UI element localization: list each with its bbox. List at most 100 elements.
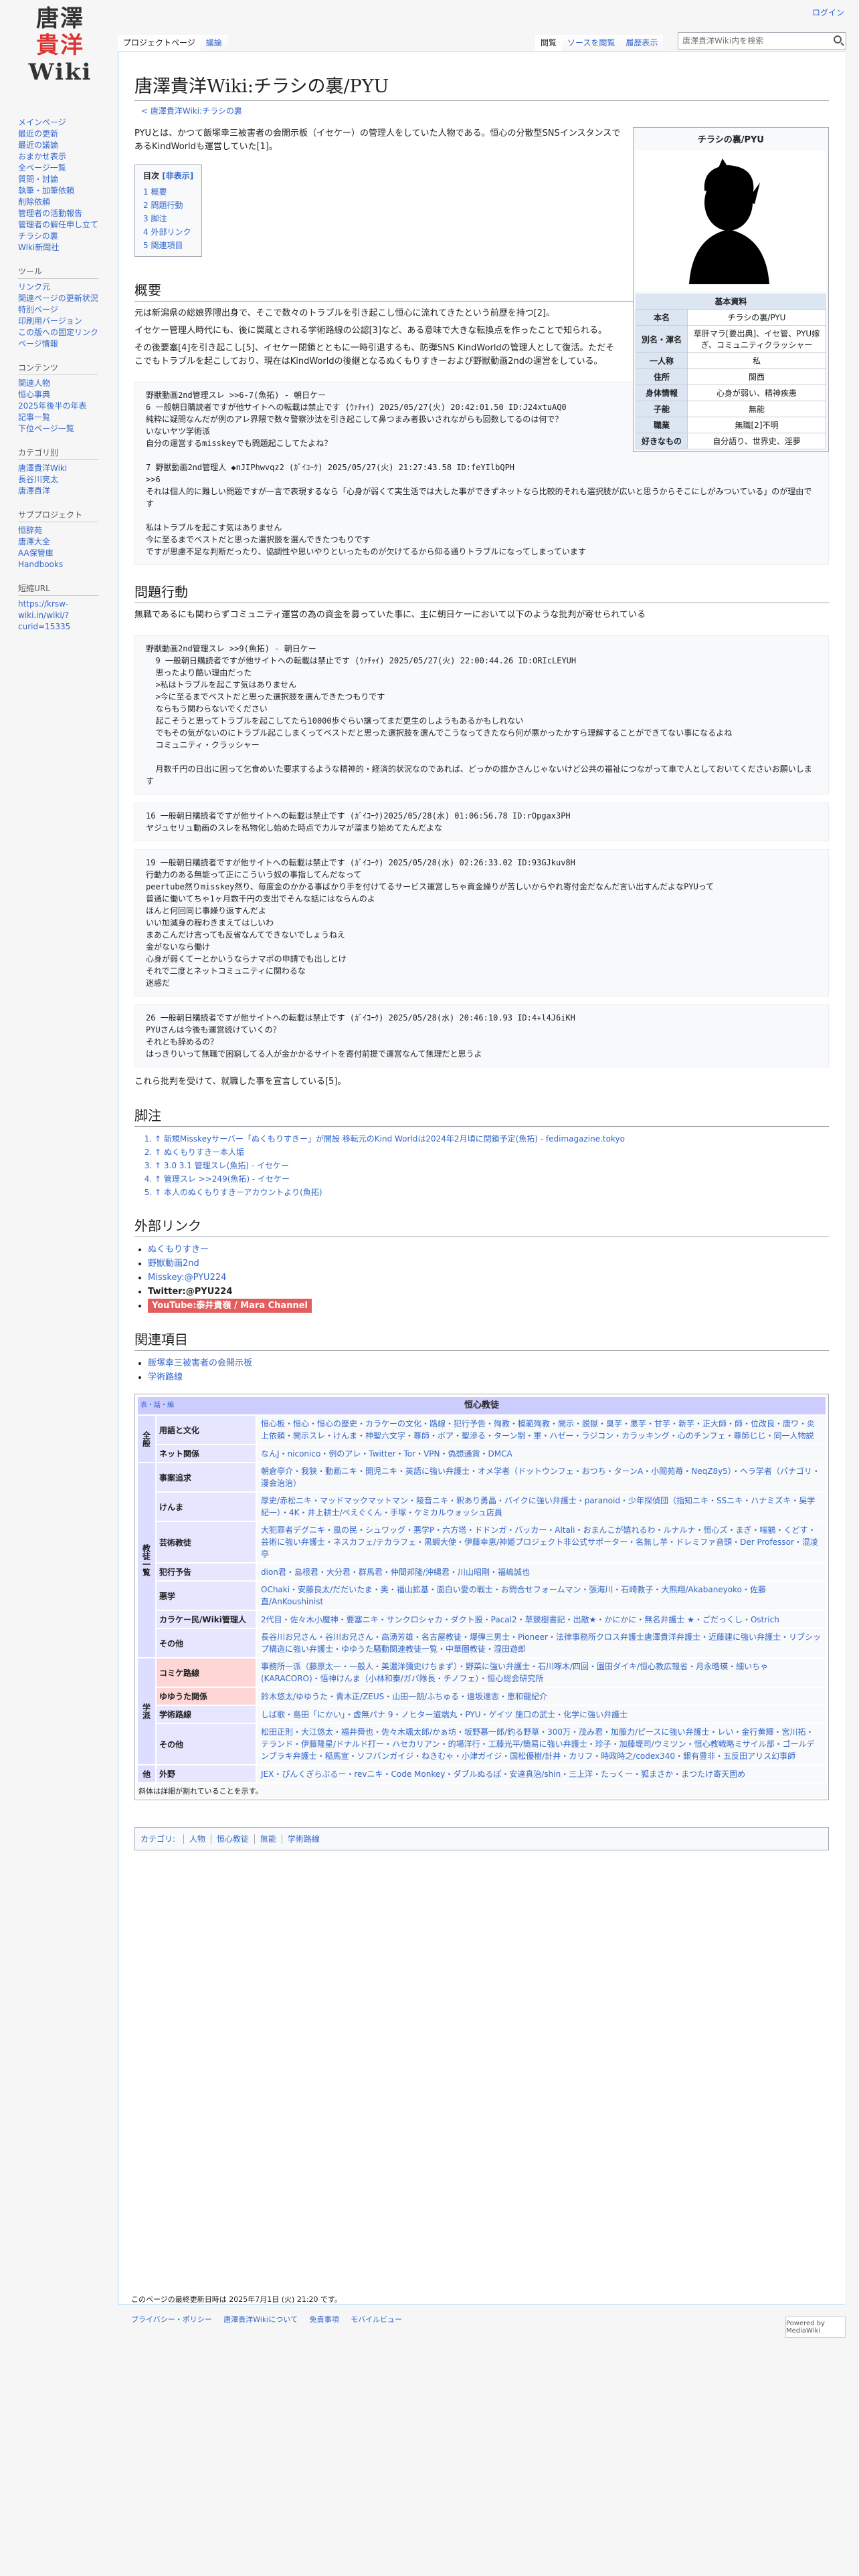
navbox-list[interactable]: 松田正則・大江悠太・福井舜也・佐々木颯太郎/かぁ坊・坂野慕一郎/釣る野草・300… — [257, 1724, 826, 1764]
breadcrumb-parent-link[interactable]: < 唐澤貴洋Wiki:チラシの裏 — [141, 106, 242, 116]
toc-item-0[interactable]: 1 概要 — [143, 185, 193, 199]
tab-talk[interactable]: 議論 — [200, 35, 227, 51]
navbox-list[interactable]: しば歌・島田「にかい」・虚無パナ 9・ノヒター道端丸・PYU・ゲイツ 施口の武士… — [257, 1706, 826, 1723]
tab-project-page[interactable]: プロジェクトページ — [118, 35, 201, 51]
sidebar-item-project-1[interactable]: 唐澤大全 — [18, 536, 114, 548]
reference-item[interactable]: ↑ 3.0 3.1 管理スレ(魚拓) - イセケー — [155, 1159, 829, 1172]
navbox-subgroup[interactable]: コミケ路線 — [157, 1658, 256, 1687]
sidebar-item-shorturl-0[interactable]: https://krsw- — [18, 599, 114, 610]
related-link-1[interactable]: 飯塚幸三被害者の会開示板 — [148, 1358, 252, 1368]
sidebar-item-contents-2[interactable]: 2025年後半の年表 — [18, 401, 114, 412]
reference-item[interactable]: ↑ ぬくもりすきー本人垢 — [155, 1146, 829, 1159]
navbox-subgroup[interactable]: 学術路線 — [157, 1706, 256, 1723]
navbox-list[interactable]: OChaki・安藤良太/だだいたま・奥・福山拡基・面白い愛の戦士・お問合せフォー… — [257, 1582, 826, 1610]
tab-history[interactable]: 履歴表示 — [620, 35, 664, 51]
category-link[interactable]: 学術路線 — [281, 1834, 320, 1844]
category-label[interactable]: カテゴリ: — [140, 1834, 175, 1844]
navbox-subgroup[interactable]: その他 — [157, 1629, 256, 1657]
sidebar-item-main-3[interactable]: おまかせ表示 — [18, 151, 114, 163]
related-link-2[interactable]: 学術路線 — [148, 1372, 183, 1382]
navbox-list[interactable]: 2代目・佐々木小魔神・要塞ニキ・サンクロシャカ・ダクト股・Pacal2・草競樹書… — [257, 1611, 826, 1628]
sidebar-item-contents-3[interactable]: 記事一覧 — [18, 412, 114, 423]
sidebar-item-shorturl-2[interactable]: curid=15335 — [18, 621, 114, 633]
sidebar-item-project-2[interactable]: AA保管庫 — [18, 548, 114, 559]
sidebar-item-main-11[interactable]: Wiki新聞社 — [18, 242, 114, 253]
sidebar-item-tools-0[interactable]: リンク元 — [18, 282, 114, 293]
navbox-subgroup[interactable]: 悪学 — [157, 1582, 256, 1610]
infobox-image[interactable] — [636, 150, 826, 291]
sidebar-item-main-2[interactable]: 最近の議論 — [18, 140, 114, 151]
navbox-subgroup[interactable]: 犯行予告 — [157, 1564, 256, 1580]
navbox-list[interactable]: 鈴木悠太/ゆゆうた・青木正/ZEUS・山田一朗/ふちゅる・遠坂達志・恵和龍紀介 — [257, 1688, 826, 1705]
link-nukumori[interactable]: ぬくもりすきー — [148, 1245, 209, 1255]
tab-view-source[interactable]: ソースを閲覧 — [562, 35, 621, 51]
toc-toggle[interactable]: [非表示] — [162, 171, 193, 181]
sidebar-item-tools-5[interactable]: ページ情報 — [18, 338, 114, 350]
navbox-list[interactable]: 恒心板・恒心・恒心の歴史・カラケーの文化・路線・犯行予告・殉教・模範殉教・開示・… — [257, 1416, 826, 1444]
category-link[interactable]: 人物 — [183, 1834, 205, 1844]
footer-mobile-link[interactable]: モバイルビュー — [351, 2315, 402, 2324]
reference-item[interactable]: ↑ 新規Misskeyサーバー「ぬくもりすきー」が開設 移転元のKind Wor… — [155, 1132, 829, 1146]
navbox-subgroup[interactable]: 芸術教徒 — [157, 1522, 256, 1562]
navbox-list[interactable]: dion君・島根君・大分君・群馬君・仲間邦隆/沖縄君・川山昭剛・福嶋誠也 — [257, 1564, 826, 1580]
link-youtube[interactable]: YouTube:泰井貴嶺 / Mara Channel — [148, 1299, 312, 1313]
sidebar-item-category-1[interactable]: 長谷川亮太 — [18, 474, 114, 486]
footer-privacy-link[interactable]: プライバシー・ポリシー — [131, 2315, 212, 2324]
reference-item[interactable]: ↑ 管理スレ >>249(魚拓) - イセケー — [155, 1172, 829, 1186]
sidebar-item-contents-4[interactable]: 下位ページ一覧 — [18, 423, 114, 435]
navbox-list[interactable]: 大犯罪者デグニキ・風の民・シュワッグ・悪学P・六方塔・ドドンガ・バッカー・Alt… — [257, 1522, 826, 1562]
sidebar-item-project-0[interactable]: 恒辞苑 — [18, 525, 114, 536]
navbox-subgroup[interactable]: けんま — [157, 1493, 256, 1521]
sidebar-item-main-9[interactable]: 管理者の解任申し立て — [18, 219, 114, 231]
sidebar-item-main-6[interactable]: 執筆・加筆依頼 — [18, 185, 114, 197]
sidebar-item-tools-4[interactable]: この版への固定リンク — [18, 327, 114, 338]
login-link[interactable]: ログイン — [812, 7, 844, 18]
navbox-subgroup[interactable]: 事案追求 — [157, 1463, 256, 1491]
navbox-title[interactable]: 恒心教徒 — [464, 1400, 499, 1410]
navbox-list[interactable]: JEX・ぴんくぎらぶるー・revニキ・Code Monkey・ダブルぬるぽ・安達… — [257, 1765, 826, 1782]
tab-read[interactable]: 閲覧 — [535, 35, 563, 51]
navbox-subgroup[interactable]: ゆゆうた関係 — [157, 1688, 256, 1705]
toc-item-3[interactable]: 4 外部リンク — [143, 225, 193, 239]
navbox-subgroup[interactable]: カラケー民/Wiki管理人 — [157, 1611, 256, 1628]
navbox-list[interactable]: なんJ・niconico・例のアレ・Twitter・Tor・VPN・偽想通貨・D… — [257, 1445, 826, 1462]
sidebar-item-shorturl-1[interactable]: wiki.in/wiki/? — [18, 610, 114, 621]
sidebar-item-main-8[interactable]: 管理者の活動報告 — [18, 208, 114, 219]
navbox-subgroup[interactable]: 用語と文化 — [157, 1416, 256, 1444]
sidebar-item-tools-2[interactable]: 特別ページ — [18, 304, 114, 316]
category-link[interactable]: 無能 — [254, 1834, 276, 1844]
sidebar-item-main-7[interactable]: 削除依頼 — [18, 197, 114, 208]
sidebar-item-category-2[interactable]: 唐澤貴洋 — [18, 486, 114, 497]
navbox-list[interactable]: 厚史/赤松ニキ・マッドマックマットマン・陵音ニキ・釈あり勇晶・バイクに強い弁護士… — [257, 1493, 826, 1521]
sidebar-item-tools-3[interactable]: 印刷用バージョン — [18, 316, 114, 327]
sidebar-item-category-0[interactable]: 唐澤貴洋Wiki — [18, 463, 114, 474]
toc-item-2[interactable]: 3 脚注 — [143, 212, 193, 225]
link-yajuu-douga[interactable]: 野獣動画2nd — [148, 1259, 199, 1269]
toc-item-1[interactable]: 2 問題行動 — [143, 199, 193, 212]
navbox-list[interactable]: 朝倉亭介・我狭・動画ニキ・開児ニキ・英語に強い弁護士・オメ学者（ドットウンフェ・… — [257, 1463, 826, 1491]
sidebar-item-main-10[interactable]: チラシの裏 — [18, 231, 114, 242]
sidebar-item-contents-1[interactable]: 恒心事典 — [18, 389, 114, 401]
sidebar-item-main-5[interactable]: 質問・討論 — [18, 174, 114, 185]
footer-disclaimer-link[interactable]: 免責事項 — [310, 2315, 339, 2324]
sidebar-item-tools-1[interactable]: 関連ページの更新状況 — [18, 293, 114, 304]
footer-about-link[interactable]: 唐澤貴洋Wikiについて — [223, 2315, 298, 2324]
sidebar-item-project-3[interactable]: Handbooks — [18, 559, 114, 570]
navbox-list[interactable]: 事務所一派（藤原太一・一般人・美濃洋彌史けちまず）・野菜に強い弁護士・石川啄木/… — [257, 1658, 826, 1687]
sidebar-item-main-1[interactable]: 最近の更新 — [18, 128, 114, 140]
navbox-subgroup[interactable]: ネット関係 — [157, 1445, 256, 1462]
search-input[interactable] — [678, 33, 827, 49]
sidebar-item-contents-0[interactable]: 関連人物 — [18, 378, 114, 389]
navbox-vte-links[interactable]: 表・話・編 — [140, 1400, 174, 1412]
reference-item[interactable]: ↑ 本人のぬくもりすきーアカウントより(魚拓) — [155, 1186, 829, 1199]
site-logo[interactable]: 唐澤 貴洋 Wiki — [20, 5, 100, 99]
sidebar-item-main-0[interactable]: メインページ — [18, 117, 114, 128]
navbox-subgroup[interactable]: その他 — [157, 1724, 256, 1764]
link-misskey[interactable]: Misskey:@PYU224 — [148, 1273, 226, 1283]
powered-by-mediawiki-badge[interactable]: Powered by MediaWiki — [785, 2317, 846, 2338]
navbox-list[interactable]: 長谷川お兄さん・谷川お兄さん・高湧芳雄・名古屋教徒・爆弾三男士・Pioneer・… — [257, 1629, 826, 1657]
search-icon[interactable] — [834, 35, 842, 43]
link-twitter[interactable]: Twitter:@PYU224 — [148, 1287, 232, 1297]
toc-item-4[interactable]: 5 関連項目 — [143, 239, 193, 252]
navbox-subgroup[interactable]: 外野 — [157, 1765, 256, 1782]
